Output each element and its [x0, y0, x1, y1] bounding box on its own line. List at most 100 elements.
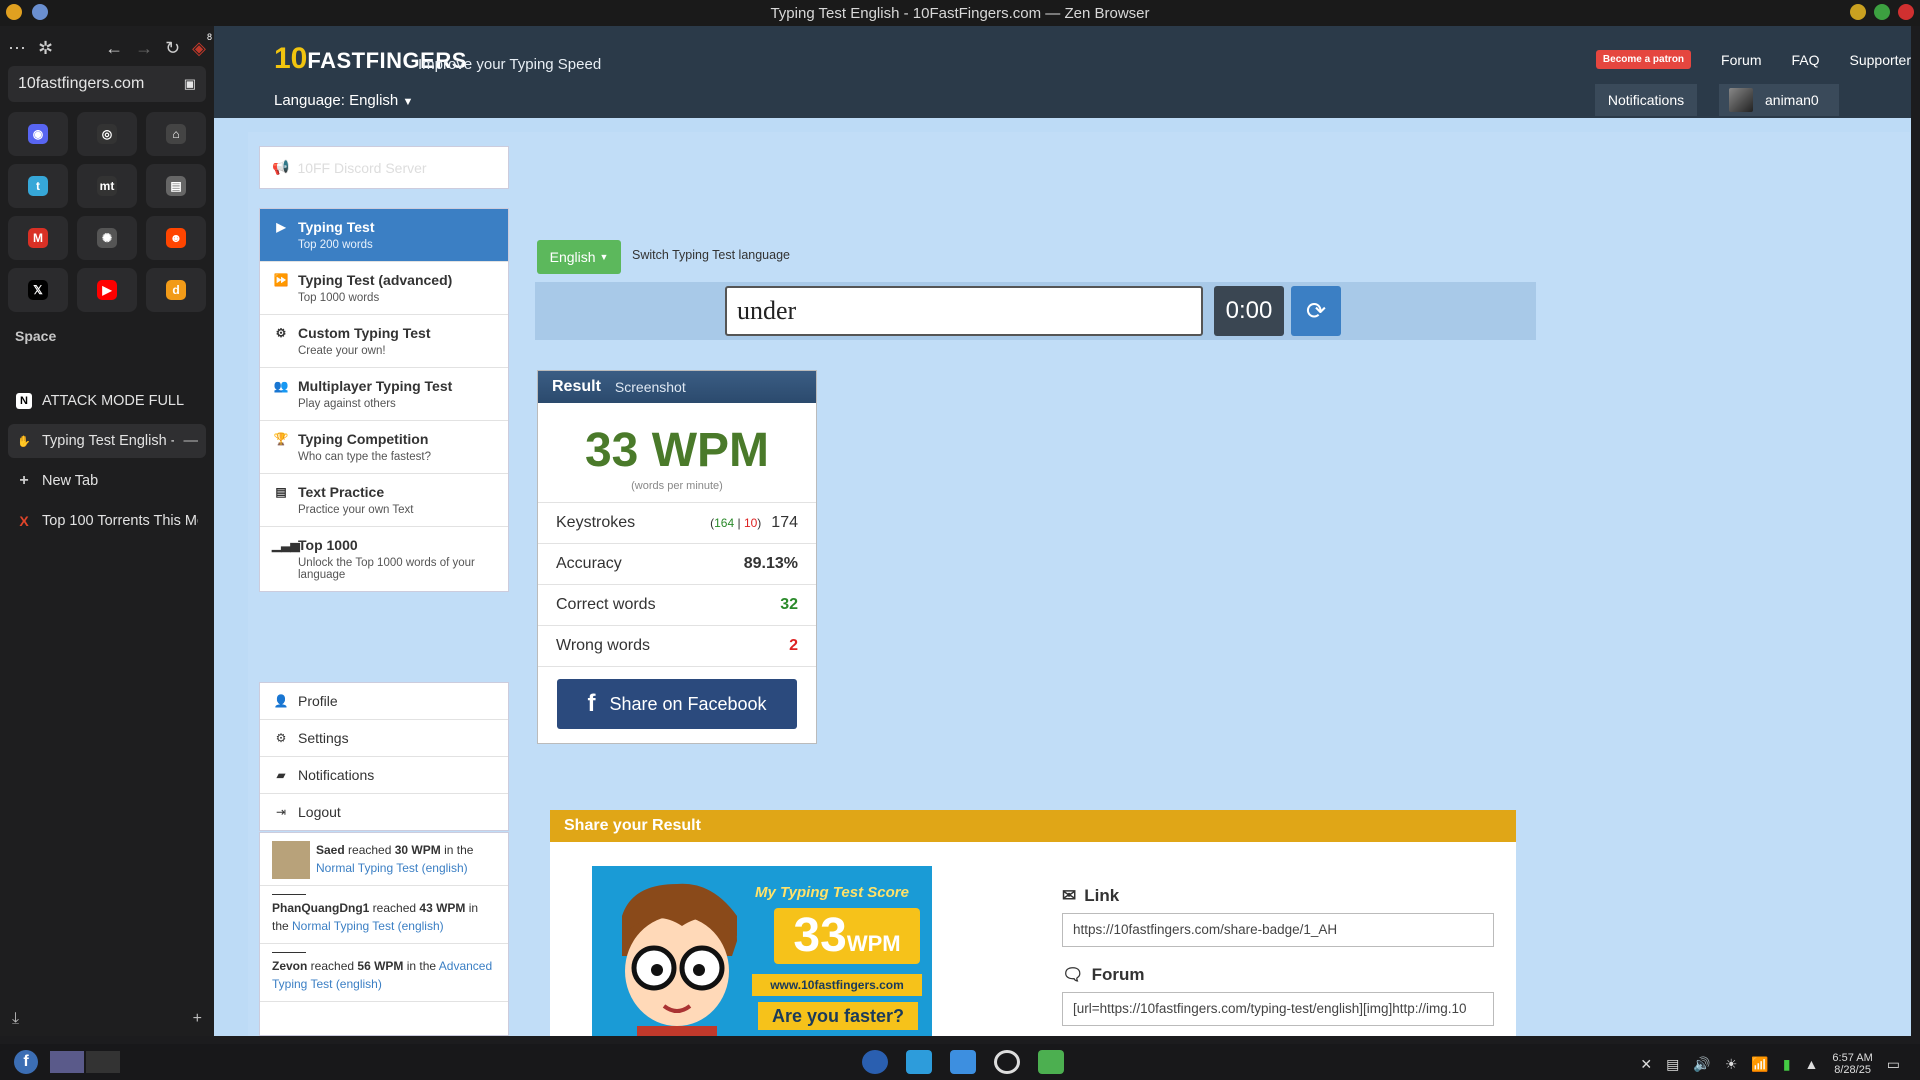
notifications-button[interactable]: Notifications	[1595, 84, 1697, 116]
menu-item-top-1000[interactable]: ▁▃▅ Top 1000 Unlock the Top 1000 words of …	[260, 527, 508, 591]
new-space-icon[interactable]: +	[193, 1010, 202, 1028]
wifi-icon[interactable]: 📶	[1751, 1056, 1768, 1073]
clipboard-icon[interactable]: ▤	[1666, 1056, 1679, 1073]
menu-logout[interactable]: ⇥ Logout	[260, 794, 508, 830]
tab-screenshot[interactable]: Screenshot	[615, 379, 686, 395]
header-subbar: Language: English ▼ Notifications animan…	[214, 84, 1911, 118]
menu-item-typing-test-advanced[interactable]: ⏩ Typing Test (advanced) Top 1000 words	[260, 262, 508, 315]
discover-taskbar-icon[interactable]	[906, 1050, 932, 1074]
brightness-icon[interactable]: ☀	[1725, 1056, 1738, 1073]
menu-item-typing-competition[interactable]: 🏆 Typing Competition Who can type the fast…	[260, 421, 508, 474]
minimize-button[interactable]	[1850, 4, 1866, 20]
battery-icon[interactable]: ▮	[1783, 1056, 1791, 1073]
tab-close-icon[interactable]: —	[184, 433, 199, 449]
activity-user[interactable]: Zevon	[272, 959, 307, 973]
notion-icon: N	[16, 393, 32, 409]
user-menu[interactable]: animan0	[1719, 84, 1839, 116]
downloads-icon[interactable]: ⤓	[12, 1010, 19, 1028]
new-tab-button[interactable]: + New Tab	[8, 464, 206, 498]
typing-input[interactable]: under	[725, 286, 1203, 336]
pinned-notes[interactable]: ▤	[146, 164, 206, 208]
language-label: Language: English	[274, 92, 399, 109]
volume-icon[interactable]: 🔊	[1693, 1056, 1710, 1073]
share-facebook-button[interactable]: f Share on Facebook	[557, 679, 797, 729]
site-header: 10 FASTFINGERS Improve your Typing Speed…	[214, 26, 1911, 118]
restart-button[interactable]: ⟳	[1291, 286, 1341, 336]
activity-link[interactable]: Normal Typing Test (english)	[316, 861, 468, 875]
pinned-youtube[interactable]: ▶	[77, 268, 137, 312]
clock-time: 6:57 AM	[1832, 1052, 1873, 1064]
menu-profile[interactable]: 👤 Profile	[260, 683, 508, 720]
menu-settings[interactable]: ⚙ Settings	[260, 720, 508, 757]
menu-item-icon: ▁▃▅	[272, 538, 300, 552]
tray-expand-icon[interactable]: ▲	[1805, 1056, 1819, 1072]
reader-mode-icon[interactable]: ▣	[184, 76, 196, 92]
fedora-launcher-icon[interactable]: f	[14, 1050, 38, 1074]
pinned-tumblr[interactable]: t	[8, 164, 68, 208]
url-bar[interactable]: 10fastfingers.com ▣	[8, 66, 206, 102]
score-badge-image: My Typing Test Score 33 WPM www.10fastfi…	[592, 866, 932, 1036]
monkeytype-icon: mt	[97, 176, 117, 196]
activity-user[interactable]: Saed	[316, 843, 345, 857]
user-icon: 👤	[273, 694, 289, 708]
tab-attack-mode[interactable]: N ATTACK MODE FULL	[8, 384, 206, 418]
language-dropdown[interactable]: Language: English ▼	[274, 92, 413, 109]
nav-faq[interactable]: FAQ	[1792, 52, 1820, 68]
pinned-monkeytype[interactable]: mt	[77, 164, 137, 208]
refresh-icon: ⟳	[1305, 297, 1327, 325]
activity-user[interactable]: PhanQuangDng1	[272, 901, 369, 915]
test-language-button[interactable]: English ▼	[537, 240, 621, 274]
app-menu-icon[interactable]	[6, 4, 22, 20]
correct-words-value: 32	[780, 596, 798, 613]
pinned-reddit[interactable]: ☻	[146, 216, 206, 260]
pinned-discord[interactable]: ◉	[8, 112, 68, 156]
reload-icon[interactable]: ↻	[165, 38, 180, 59]
window-menu-icon[interactable]	[32, 4, 48, 20]
menu-item-subtitle: Play against others	[298, 398, 396, 410]
pinned-x[interactable]: 𝕏	[8, 268, 68, 312]
ublock-icon[interactable]: ◈ 8	[192, 32, 212, 59]
clock[interactable]: 6:57 AM 8/28/25	[1832, 1052, 1872, 1076]
pinned-home[interactable]: ⌂	[146, 112, 206, 156]
maximize-button[interactable]	[1874, 4, 1890, 20]
activity-avatar[interactable]	[272, 841, 310, 879]
tab-typing-test[interactable]: ✋ Typing Test English - 10FastFingers.co…	[8, 424, 206, 458]
nav-forum[interactable]: Forum	[1721, 52, 1761, 68]
workspace-switcher[interactable]	[50, 1051, 120, 1073]
nav-supporter[interactable]: Supporter	[1850, 52, 1911, 68]
files-taskbar-icon[interactable]	[950, 1050, 976, 1074]
close-button[interactable]	[1898, 4, 1914, 20]
screenshot-taskbar-icon[interactable]	[1038, 1050, 1064, 1074]
back-icon[interactable]: ←	[105, 38, 123, 59]
zen-browser-taskbar-icon[interactable]	[862, 1050, 888, 1074]
show-desktop-icon[interactable]: ▭	[1887, 1056, 1900, 1073]
menu-item-custom-typing-test[interactable]: ⚙ Custom Typing Test Create your own!	[260, 315, 508, 368]
forward-icon[interactable]: →	[135, 38, 153, 59]
forum-field[interactable]: [url=https://10fastfingers.com/typing-te…	[1062, 992, 1494, 1026]
tab-result[interactable]: Result	[552, 378, 601, 396]
activity-link[interactable]: Normal Typing Test (english)	[292, 919, 444, 933]
activity-item: Zevon reached 56 WPM in the Advanced Typ…	[260, 944, 508, 1002]
tab-title: New Tab	[42, 473, 99, 489]
pinned-chatgpt[interactable]: ✺	[77, 216, 137, 260]
menu-item-multiplayer-typing-test[interactable]: 👥 Multiplayer Typing Test Play against oth…	[260, 368, 508, 421]
reddit-icon: ☻	[166, 228, 186, 248]
menu-item-text-practice[interactable]: ▤ Text Practice Practice your own Text	[260, 474, 508, 527]
discord-card[interactable]: 📢 10FF Discord Server	[259, 146, 509, 189]
become-patron-button[interactable]: Become a patron	[1595, 50, 1692, 69]
tab-torrents[interactable]: X Top 100 Torrents This Month	[8, 504, 206, 538]
more-icon[interactable]: ⋯	[8, 38, 26, 59]
steam-taskbar-icon[interactable]	[994, 1050, 1020, 1074]
row-label: Wrong words	[556, 637, 650, 654]
tumblr-icon: t	[28, 176, 48, 196]
mute-mic-icon[interactable]: ✕	[1640, 1056, 1652, 1073]
menu-item-typing-test[interactable]: ▶ Typing Test Top 200 words	[260, 209, 508, 262]
row-label: Correct words	[556, 596, 656, 613]
extensions-icon[interactable]: ✲	[38, 38, 53, 59]
pinned-dictionary[interactable]: d	[146, 268, 206, 312]
pinned-gmail[interactable]: M	[8, 216, 68, 260]
pinned-github[interactable]: ◎	[77, 112, 137, 156]
link-field[interactable]: https://10fastfingers.com/share-badge/1_…	[1062, 913, 1494, 947]
gear-icon: ⚙	[275, 731, 287, 745]
menu-notifications[interactable]: ▰ Notifications	[260, 757, 508, 794]
